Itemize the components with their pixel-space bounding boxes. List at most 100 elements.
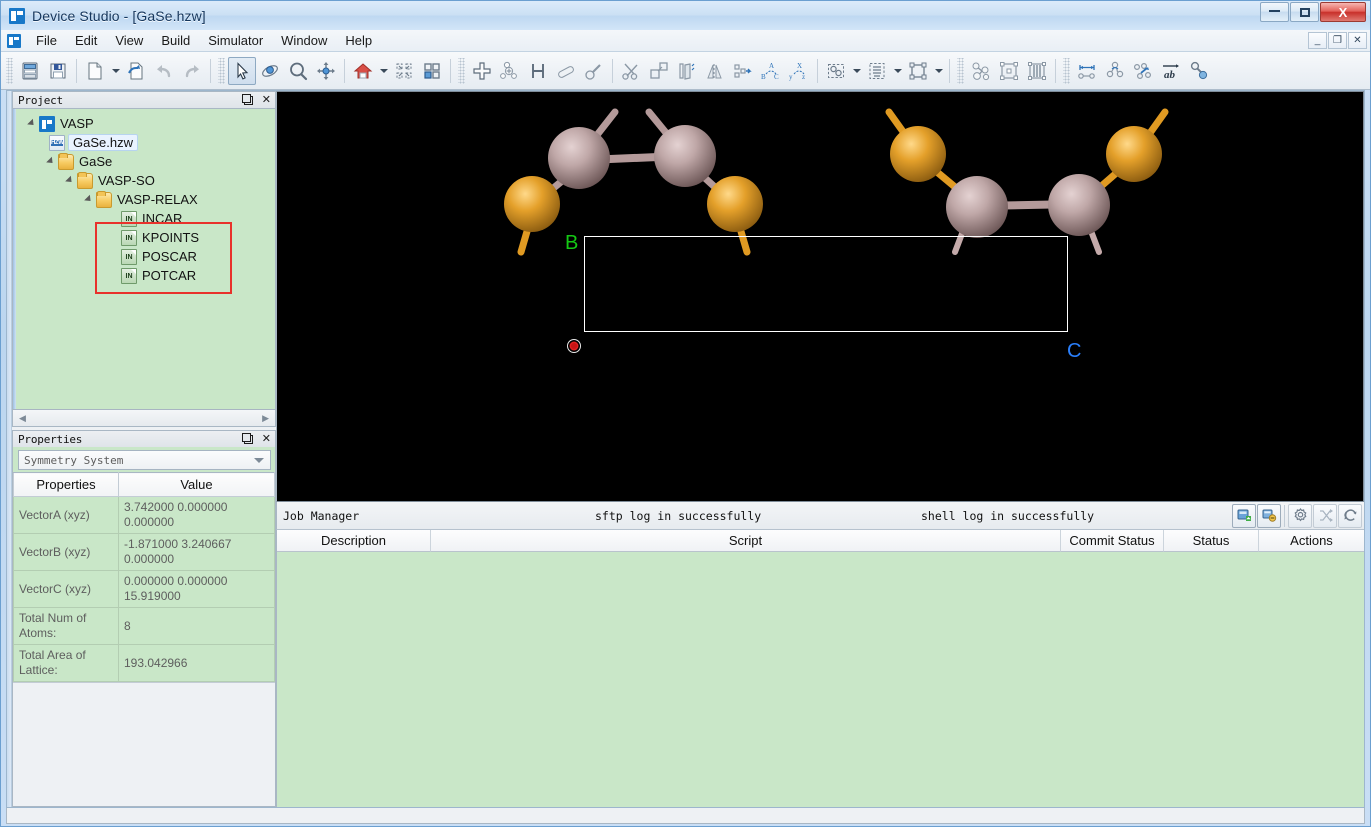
menu-item-window[interactable]: Window [272, 31, 336, 50]
transform-icon[interactable] [729, 57, 757, 85]
tree-item-incar[interactable]: INCAR [13, 209, 275, 228]
display-style-dropdown-arrow[interactable] [891, 57, 904, 85]
add-atom-icon[interactable] [468, 57, 496, 85]
toolbar-grip[interactable] [218, 58, 225, 84]
refresh-icon[interactable] [1338, 504, 1362, 528]
mirror-icon[interactable] [701, 57, 729, 85]
project-tree-body[interactable]: VASP GaSe.hzw GaSe VASP-SO [13, 109, 275, 409]
symmetry-system-selector[interactable]: Symmetry System [18, 450, 271, 470]
window-close-button[interactable]: X [1320, 2, 1366, 22]
import-file-icon[interactable] [122, 57, 150, 85]
home-view-dropdown-arrow[interactable] [377, 57, 390, 85]
column-header-actions[interactable]: Actions [1259, 530, 1364, 552]
menu-item-simulator[interactable]: Simulator [199, 31, 272, 50]
column-header-description[interactable]: Description [277, 530, 431, 552]
cut-icon[interactable] [617, 57, 645, 85]
shell-status-message: shell log in successfully [921, 509, 1094, 523]
menu-item-help[interactable]: Help [336, 31, 381, 50]
home-view-icon[interactable] [349, 57, 377, 85]
tree-item-gase-hzw[interactable]: GaSe.hzw [13, 133, 275, 152]
open-project-icon[interactable] [16, 57, 44, 85]
ball-stick-icon[interactable] [967, 57, 995, 85]
remote-desktop-icon[interactable] [1257, 504, 1281, 528]
measure-bond-icon[interactable] [580, 57, 608, 85]
polyhedra-icon[interactable] [1023, 57, 1051, 85]
toolbar-grip[interactable] [6, 58, 13, 84]
select-atoms-dropdown-arrow[interactable] [850, 57, 863, 85]
expander-icon[interactable] [82, 196, 96, 204]
menu-item-view[interactable]: View [106, 31, 152, 50]
atom-ga [654, 125, 716, 187]
new-file-icon[interactable] [81, 57, 109, 85]
menu-item-edit[interactable]: Edit [66, 31, 106, 50]
add-molecule-icon[interactable] [496, 57, 524, 85]
toolbar-grip[interactable] [957, 58, 964, 84]
toolbar-grip[interactable] [458, 58, 465, 84]
add-hydrogen-icon[interactable] [524, 57, 552, 85]
properties-panel-float-button[interactable] [244, 435, 253, 444]
redo-icon[interactable] [178, 57, 206, 85]
mdi-minimize-button[interactable]: _ [1308, 32, 1327, 49]
column-header-script[interactable]: Script [431, 530, 1061, 552]
xyz-axes-icon[interactable]: X y z [785, 57, 813, 85]
label-ab-icon[interactable]: ab [1157, 57, 1185, 85]
display-style-icon[interactable] [863, 57, 891, 85]
fit-view-icon[interactable] [390, 57, 418, 85]
distance-measure-icon[interactable] [1073, 57, 1101, 85]
scroll-left-icon[interactable]: ◀ [15, 413, 30, 424]
angle-measure-icon[interactable] [1101, 57, 1129, 85]
window-maximize-button[interactable] [1290, 2, 1319, 22]
expander-icon[interactable] [44, 158, 58, 166]
new-file-dropdown-arrow[interactable] [109, 57, 122, 85]
tree-item-kpoints[interactable]: KPOINTS [13, 228, 275, 247]
slab-icon[interactable] [673, 57, 701, 85]
wireframe-icon[interactable] [995, 57, 1023, 85]
column-header-status[interactable]: Status [1164, 530, 1259, 552]
layout-view-icon[interactable] [418, 57, 446, 85]
bond-tool-icon[interactable] [1185, 57, 1213, 85]
settings-gear-icon[interactable] [1288, 504, 1312, 528]
properties-panel-close-button[interactable]: ✕ [262, 434, 271, 445]
toolbar-separator [612, 59, 613, 83]
tree-item-poscar[interactable]: POSCAR [13, 247, 275, 266]
tree-item-gase[interactable]: GaSe [13, 152, 275, 171]
save-icon[interactable] [44, 57, 72, 85]
tree-item-vasp[interactable]: VASP [13, 114, 275, 133]
supercell-icon[interactable] [645, 57, 673, 85]
expander-icon[interactable] [25, 120, 39, 128]
toolbar-grip[interactable] [1063, 58, 1070, 84]
undo-icon[interactable] [150, 57, 178, 85]
job-table-body[interactable] [277, 552, 1364, 807]
select-atoms-icon[interactable] [822, 57, 850, 85]
project-tree-hscrollbar[interactable]: ◀ ▶ [13, 409, 275, 426]
select-arrow-icon[interactable] [228, 57, 256, 85]
project-panel-float-button[interactable] [244, 96, 253, 105]
torsion-measure-icon[interactable] [1129, 57, 1157, 85]
lattice-box-dropdown-arrow[interactable] [932, 57, 945, 85]
tree-item-vasp-relax[interactable]: VASP-RELAX [13, 190, 275, 209]
chevron-down-icon[interactable] [254, 458, 264, 463]
atom-se [890, 126, 946, 182]
tree-item-potcar[interactable]: POTCAR [13, 266, 275, 285]
column-header-commit-status[interactable]: Commit Status [1061, 530, 1164, 552]
menu-item-build[interactable]: Build [152, 31, 199, 50]
shuffle-icon[interactable] [1313, 504, 1337, 528]
zoom-icon[interactable] [284, 57, 312, 85]
eraser-icon[interactable] [552, 57, 580, 85]
tree-item-vasp-so[interactable]: VASP-SO [13, 171, 275, 190]
remote-server-icon[interactable] [1232, 504, 1256, 528]
menu-bar: File Edit View Build Simulator Window He… [1, 30, 1370, 52]
abc-axes-icon[interactable]: A B C [757, 57, 785, 85]
toolbar-separator [949, 59, 950, 83]
project-panel-close-button[interactable]: ✕ [262, 95, 271, 106]
pan-icon[interactable] [312, 57, 340, 85]
scroll-right-icon[interactable]: ▶ [258, 413, 273, 424]
lattice-box-icon[interactable] [904, 57, 932, 85]
structure-viewport[interactable]: B C Y X Z [276, 91, 1364, 502]
mdi-restore-button[interactable]: ❐ [1328, 32, 1347, 49]
expander-icon[interactable] [63, 177, 77, 185]
window-minimize-button[interactable] [1260, 2, 1289, 22]
menu-item-file[interactable]: File [27, 31, 66, 50]
mdi-close-button[interactable]: ✕ [1348, 32, 1367, 49]
rotate-icon[interactable] [256, 57, 284, 85]
